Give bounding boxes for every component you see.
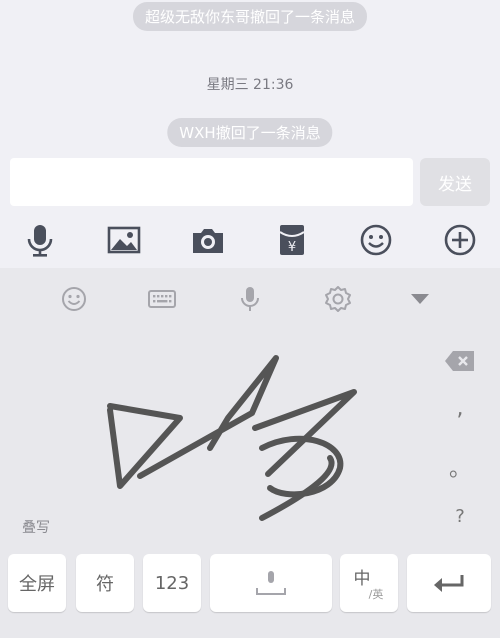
microphone-icon[interactable] xyxy=(22,222,58,258)
emoji-icon[interactable] xyxy=(59,284,89,314)
red-packet-icon[interactable]: ¥ xyxy=(274,222,310,258)
timestamp: 星期三 21:36 xyxy=(206,77,294,93)
overlap-writing-label[interactable]: 叠写 xyxy=(22,517,50,537)
keyboard-icon[interactable] xyxy=(147,284,177,314)
backspace-icon[interactable] xyxy=(443,348,477,374)
space-key[interactable] xyxy=(210,554,332,612)
microphone-icon[interactable] xyxy=(235,284,265,314)
recall-notice-top: 超级无敌你东哥撤回了一条消息 xyxy=(132,2,368,31)
fullscreen-key[interactable]: 全屏 xyxy=(8,554,66,612)
language-switch-key[interactable]: 中 /英 xyxy=(340,554,398,612)
settings-icon[interactable] xyxy=(323,284,353,314)
enter-icon xyxy=(434,575,464,592)
image-icon[interactable] xyxy=(106,222,142,258)
collapse-icon[interactable] xyxy=(405,284,435,314)
symbol-key[interactable]: 符 xyxy=(76,554,134,612)
yuan-glyph: ¥ xyxy=(288,240,296,255)
handwriting-keyboard[interactable]: , 。 ? 叠写 全屏 符 123 中 /英 xyxy=(0,268,500,638)
message-input[interactable] xyxy=(10,158,413,206)
send-button[interactable]: 发送 xyxy=(420,158,490,206)
enter-key[interactable] xyxy=(407,554,491,612)
comma-key[interactable]: , xyxy=(440,396,480,421)
recall-notice-self: WXH撤回了一条消息 xyxy=(167,118,333,147)
period-key[interactable]: 。 xyxy=(440,451,480,483)
emoji-icon[interactable] xyxy=(358,222,394,258)
plus-icon[interactable] xyxy=(442,222,478,258)
space-voice-icon xyxy=(256,571,286,595)
question-key[interactable]: ? xyxy=(440,506,480,527)
english-sub-label: /英 xyxy=(368,588,384,601)
camera-icon[interactable] xyxy=(190,222,226,258)
numeric-key[interactable]: 123 xyxy=(143,554,201,612)
